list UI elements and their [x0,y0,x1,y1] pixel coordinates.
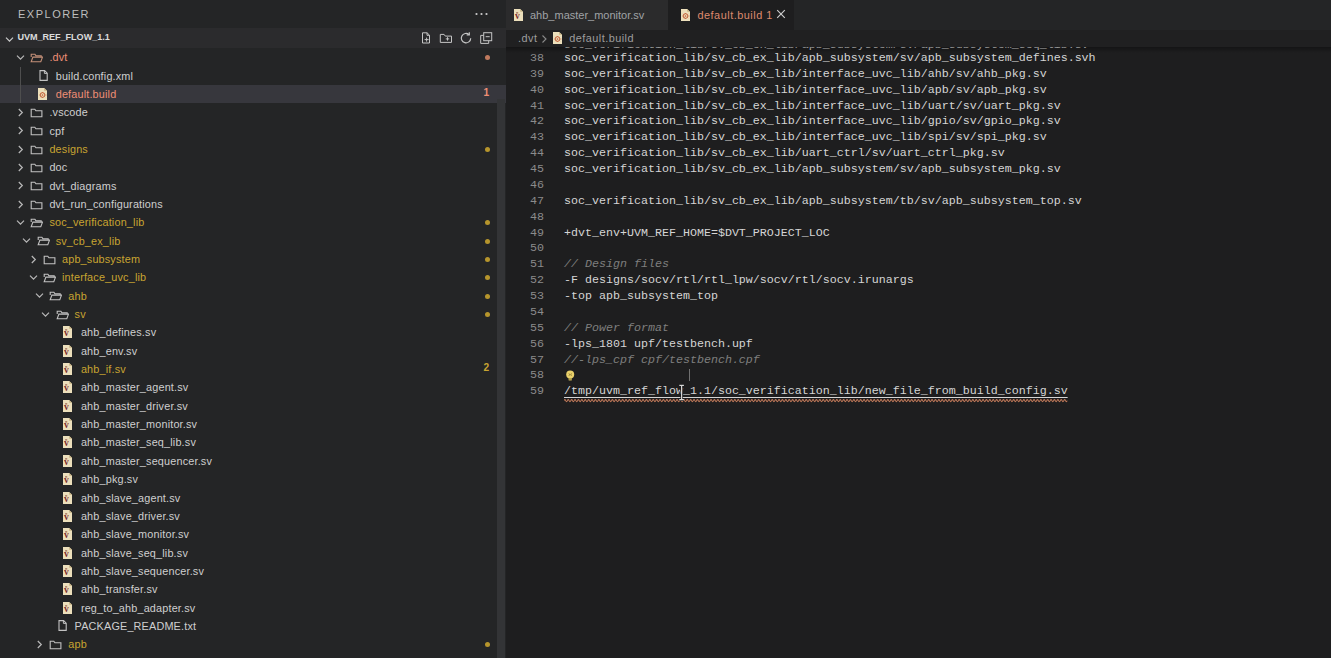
svg-text:v: v [64,328,69,338]
svg-text:v: v [64,493,69,503]
svg-text:v: v [64,566,69,576]
svg-text:v: v [64,585,69,595]
svg-text:v: v [64,475,69,485]
svg-text:v: v [64,365,69,375]
svg-text:v: v [64,401,69,411]
svg-text:v: v [64,548,69,558]
svg-text:v: v [515,10,520,20]
svg-text:v: v [64,603,69,613]
svg-text:v: v [64,346,69,356]
svg-text:v: v [64,438,69,448]
svg-text:v: v [64,456,69,466]
svg-text:v: v [64,530,69,540]
svg-text:v: v [64,383,69,393]
svg-text:v: v [64,420,69,430]
svg-text:v: v [64,511,69,521]
